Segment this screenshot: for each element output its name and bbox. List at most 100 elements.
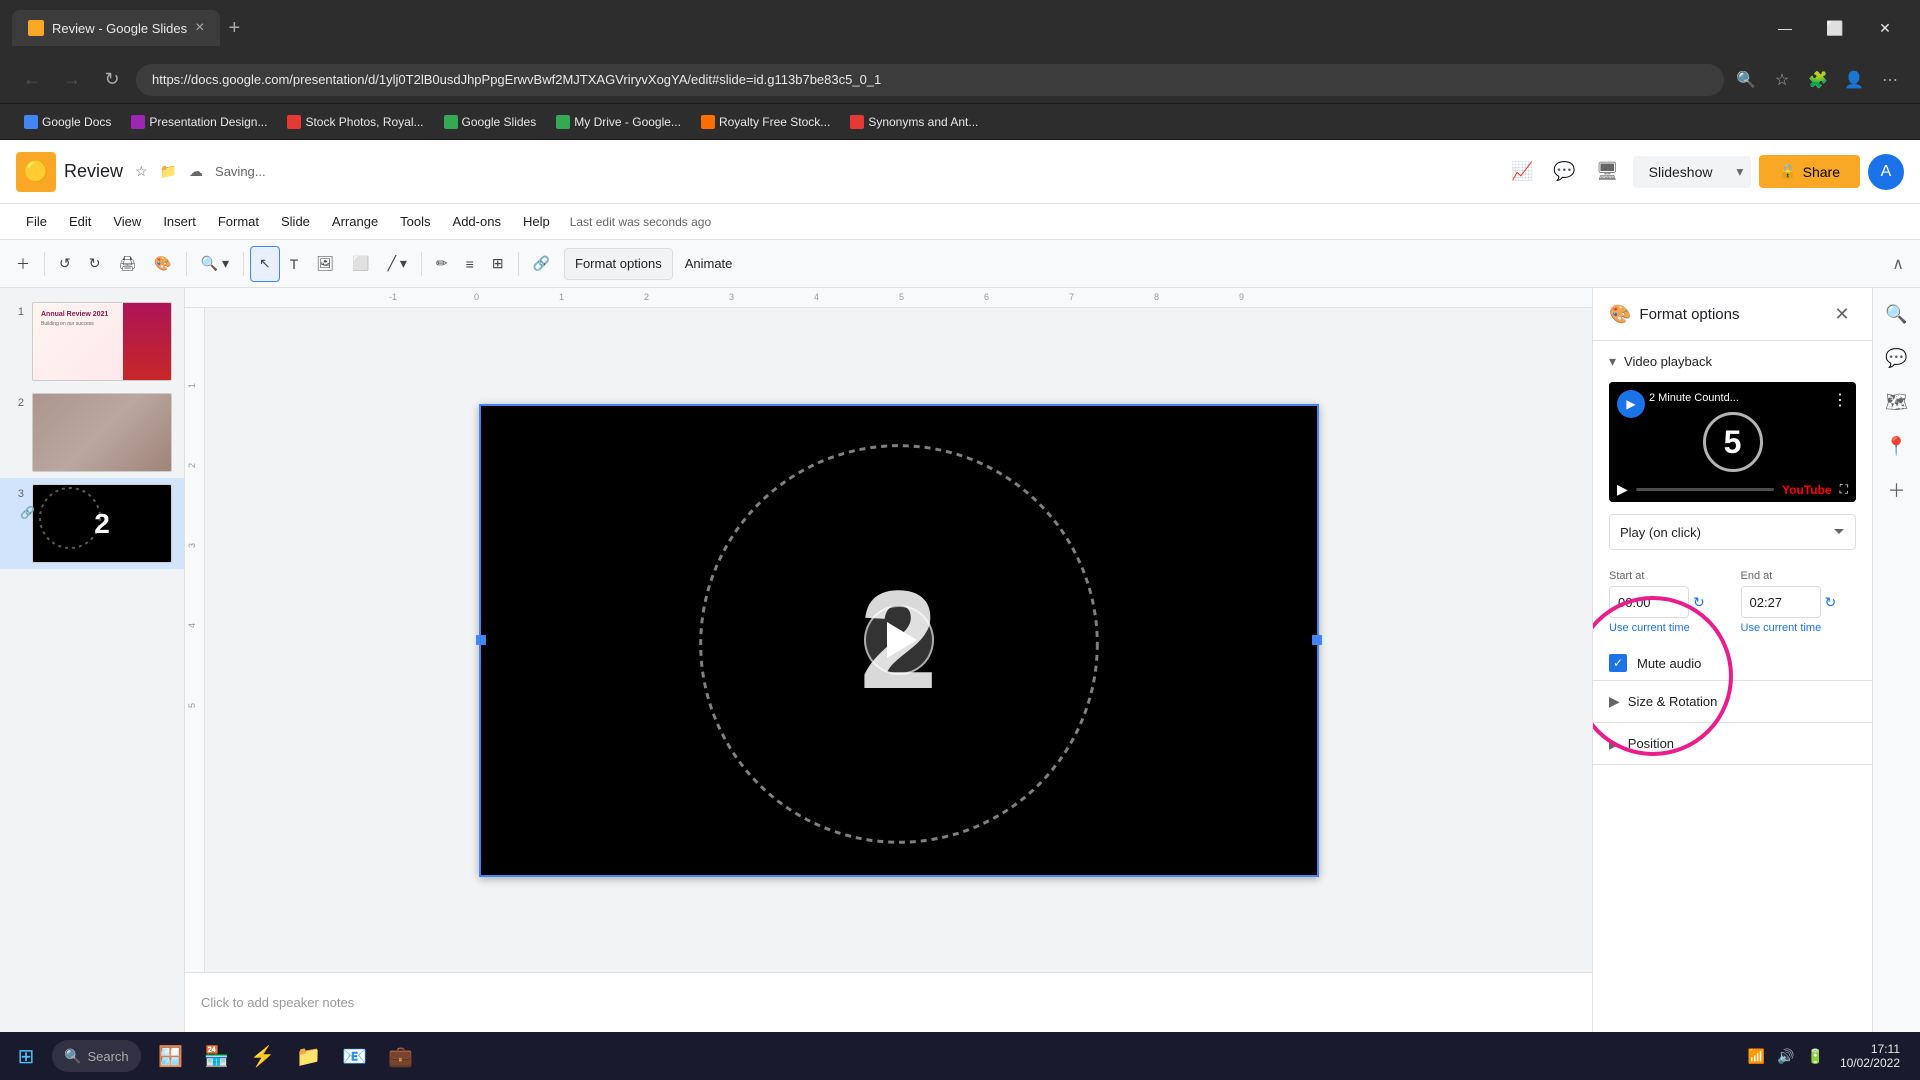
start-time-input[interactable] xyxy=(1609,586,1689,618)
toolbar-paint-format-button[interactable]: 🎨 xyxy=(146,246,179,282)
play-option-select[interactable]: Play (on click) Play (automatically) Pla… xyxy=(1609,514,1856,550)
toolbar-undo-button[interactable]: ↺ xyxy=(51,246,79,282)
star-title-icon[interactable]: ☆ xyxy=(131,159,152,184)
menu-insert[interactable]: Insert xyxy=(153,210,206,233)
new-tab-button[interactable]: + xyxy=(220,13,248,44)
right-add-icon[interactable]: ＋ xyxy=(1879,472,1915,508)
star-icon[interactable]: ☆ xyxy=(1768,66,1796,94)
toolbar-redo-button[interactable]: ↻ xyxy=(81,246,109,282)
toolbar-zoom-button[interactable]: 🔍 ▾ xyxy=(193,246,237,282)
taskbar-app-widgets[interactable]: 🪟 xyxy=(149,1034,193,1078)
menu-help[interactable]: Help xyxy=(513,210,560,233)
taskbar-app-teams[interactable]: 💼 xyxy=(379,1034,423,1078)
address-input[interactable] xyxy=(136,64,1724,96)
minimize-button[interactable]: — xyxy=(1762,12,1808,44)
chart-button[interactable]: 📈 xyxy=(1505,155,1539,188)
position-header[interactable]: ▶ Position xyxy=(1593,723,1872,764)
menu-edit[interactable]: Edit xyxy=(59,210,101,233)
extensions-icon[interactable]: 🧩 xyxy=(1804,66,1832,94)
toolbar-draw-button[interactable]: ✏ xyxy=(428,246,456,282)
slide-thumb-3[interactable]: 3 2 🔗 xyxy=(0,478,184,569)
taskbar-app-store[interactable]: 🏪 xyxy=(195,1034,239,1078)
taskbar-search[interactable]: 🔍 Search xyxy=(52,1040,141,1072)
slideshow-main-button[interactable]: Slideshow xyxy=(1633,156,1729,188)
video-play-button[interactable] xyxy=(864,605,934,675)
menu-format[interactable]: Format xyxy=(208,210,269,233)
toolbar-add-button[interactable]: ＋ xyxy=(8,246,38,282)
taskbar-clock[interactable]: 17:11 10/02/2022 xyxy=(1832,1038,1908,1074)
tab-close-button[interactable]: × xyxy=(195,19,204,37)
speaker-notes-placeholder[interactable]: Click to add speaker notes xyxy=(201,995,354,1010)
start-time-refresh-button[interactable]: ↻ xyxy=(1693,594,1705,611)
bookmark-presentation-design[interactable]: Presentation Design... xyxy=(123,113,275,131)
close-button[interactable]: ✕ xyxy=(1862,12,1908,44)
right-location-icon[interactable]: 📍 xyxy=(1879,428,1915,464)
slideshow-arrow-button[interactable]: ▾ xyxy=(1729,156,1752,188)
profile-icon[interactable]: 👤 xyxy=(1840,66,1868,94)
right-comments-icon[interactable]: 💬 xyxy=(1879,340,1915,376)
slide-canvas[interactable]: 2 xyxy=(479,404,1319,877)
slide-thumb-2[interactable]: 2 xyxy=(0,387,184,478)
resize-handle-right[interactable] xyxy=(1312,635,1322,645)
right-map-icon[interactable]: 🗺 xyxy=(1879,384,1915,420)
display-options-button[interactable]: 🖥 xyxy=(1590,155,1625,188)
toolbar-shapes-button[interactable]: ⬜ xyxy=(344,246,377,282)
toolbar-format-options-button[interactable]: Format options xyxy=(564,248,673,280)
toolbar-animate-button[interactable]: Animate xyxy=(675,248,743,280)
menu-slide[interactable]: Slide xyxy=(271,210,320,233)
active-tab[interactable]: Review - Google Slides × xyxy=(12,10,220,46)
video-playback-header[interactable]: ▾ Video playback xyxy=(1593,341,1872,382)
bookmark-my-drive[interactable]: My Drive - Google... xyxy=(548,113,689,131)
toolbar-link-button[interactable]: 🔗 xyxy=(525,246,558,282)
resize-handle-left[interactable] xyxy=(476,635,486,645)
more-icon[interactable]: ⋯ xyxy=(1876,66,1904,94)
bookmark-synonyms[interactable]: Synonyms and Ant... xyxy=(842,113,986,131)
mute-audio-label[interactable]: Mute audio xyxy=(1637,656,1701,671)
taskbar-app-edge[interactable]: ⚡ xyxy=(241,1034,285,1078)
forward-button[interactable]: → xyxy=(56,64,88,96)
format-panel-close-button[interactable]: ✕ xyxy=(1828,300,1856,328)
network-icon[interactable]: 📶 xyxy=(1744,1044,1769,1069)
speaker-notes-area[interactable]: Click to add speaker notes xyxy=(185,972,1592,1032)
toolbar-image-button[interactable]: 🖼 xyxy=(308,246,342,282)
end-time-input[interactable] xyxy=(1741,586,1821,618)
end-time-refresh-button[interactable]: ↻ xyxy=(1825,594,1837,611)
toolbar-align-button[interactable]: ≡ xyxy=(458,246,482,282)
menu-view[interactable]: View xyxy=(103,210,151,233)
share-button[interactable]: 🔒 Share xyxy=(1759,155,1860,188)
maximize-button[interactable]: ⬜ xyxy=(1812,12,1858,44)
toolbar-collapse-button[interactable]: ∧ xyxy=(1884,250,1912,278)
user-avatar-button[interactable]: A xyxy=(1868,154,1904,190)
battery-icon[interactable]: 🔋 xyxy=(1803,1044,1828,1069)
menu-file[interactable]: File xyxy=(16,210,57,233)
back-button[interactable]: ← xyxy=(16,64,48,96)
yt-fullscreen-icon[interactable]: ⛶ xyxy=(1840,482,1848,497)
mute-audio-checkbox[interactable]: ✓ xyxy=(1609,654,1627,672)
toolbar-grid-button[interactable]: ⊞ xyxy=(484,246,512,282)
toolbar-print-button[interactable]: 🖨 xyxy=(110,246,144,282)
bookmark-stock-photos[interactable]: Stock Photos, Royal... xyxy=(279,113,431,131)
video-thumb-menu-icon[interactable]: ⋮ xyxy=(1832,390,1848,410)
menu-arrange[interactable]: Arrange xyxy=(322,210,388,233)
bookmark-google-slides[interactable]: Google Slides xyxy=(436,113,545,131)
toolbar-text-button[interactable]: T xyxy=(282,246,307,282)
reload-button[interactable]: ↻ xyxy=(96,64,128,96)
bookmark-royalty-free[interactable]: Royalty Free Stock... xyxy=(693,113,838,131)
comment-button[interactable]: 💬 xyxy=(1547,155,1581,188)
toolbar-lines-button[interactable]: ╱ ▾ xyxy=(380,246,415,282)
end-use-current-link[interactable]: Use current time xyxy=(1741,622,1857,634)
menu-tools[interactable]: Tools xyxy=(390,210,440,233)
slide-thumb-1[interactable]: 1 Annual Review 2021 Building on our suc… xyxy=(0,296,184,387)
search-icon[interactable]: 🔍 xyxy=(1732,66,1760,94)
start-button[interactable]: ⊞ xyxy=(4,1034,48,1078)
taskbar-app-outlook[interactable]: 📧 xyxy=(333,1034,377,1078)
folder-icon[interactable]: 📁 xyxy=(156,159,181,184)
right-explore-icon[interactable]: 🔍 xyxy=(1879,296,1915,332)
toolbar-cursor-button[interactable]: ↖ xyxy=(250,246,280,282)
taskbar-app-explorer[interactable]: 📁 xyxy=(287,1034,331,1078)
volume-icon[interactable]: 🔊 xyxy=(1773,1044,1798,1069)
start-use-current-link[interactable]: Use current time xyxy=(1609,622,1725,634)
yt-play-icon[interactable]: ▶ xyxy=(1617,481,1628,498)
menu-addons[interactable]: Add-ons xyxy=(443,210,511,233)
bookmark-google-docs[interactable]: Google Docs xyxy=(16,113,119,131)
